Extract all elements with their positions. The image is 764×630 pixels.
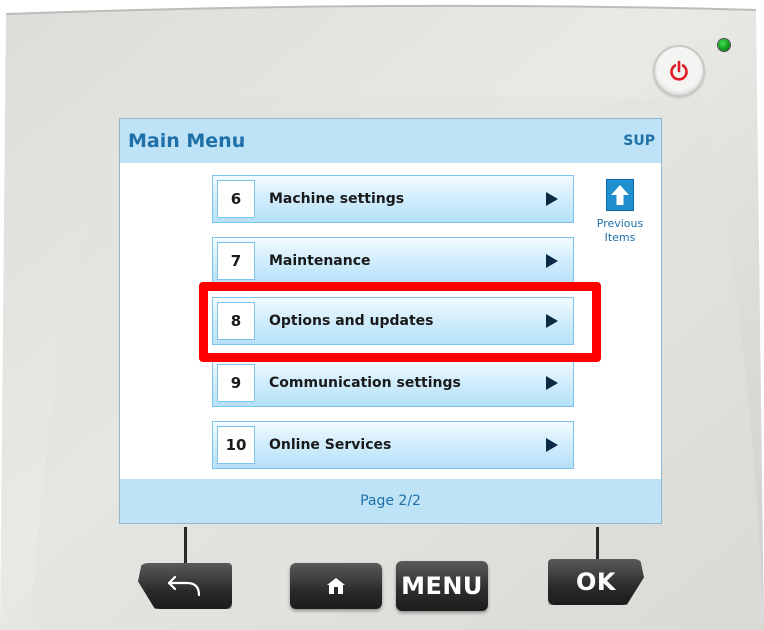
- menu-item-number: 7: [217, 242, 255, 280]
- arrow-up-glyph: [611, 185, 629, 205]
- ok-button-connector: [596, 527, 599, 561]
- back-arrow-icon: [167, 575, 201, 597]
- power-button[interactable]: [653, 45, 705, 97]
- ok-button-label: OK: [576, 568, 616, 596]
- menu-item-label: Options and updates: [269, 313, 434, 329]
- menu-item-label: Maintenance: [269, 253, 371, 269]
- menu-item-online-services[interactable]: 10 Online Services: [212, 421, 574, 469]
- screen-footer: Page 2/2: [120, 479, 661, 523]
- back-button[interactable]: [138, 563, 232, 609]
- menu-button-label: MENU: [401, 572, 483, 600]
- menu-item-machine-settings[interactable]: 6 Machine settings: [212, 175, 574, 223]
- status-led: [718, 39, 730, 51]
- home-button[interactable]: [290, 563, 382, 609]
- menu-item-number: 8: [217, 302, 255, 340]
- printer-panel: Main Menu SUP 6 Machine settings 7 Maint…: [0, 0, 764, 630]
- menu-item-number: 9: [217, 364, 255, 402]
- menu-item-communication-settings[interactable]: 9 Communication settings: [212, 359, 574, 407]
- previous-items-label-line2: Items: [604, 231, 636, 244]
- power-icon: [670, 60, 688, 81]
- menu-item-maintenance[interactable]: 7 Maintenance: [212, 237, 574, 285]
- ok-button[interactable]: OK: [548, 559, 644, 605]
- back-button-connector: [184, 527, 187, 565]
- menu-item-label: Machine settings: [269, 191, 405, 207]
- user-badge: SUP: [623, 133, 655, 149]
- page-title: Main Menu: [128, 130, 246, 152]
- arrow-right-icon: [546, 254, 558, 268]
- arrow-right-icon: [546, 438, 558, 452]
- arrow-right-icon: [546, 192, 558, 206]
- previous-items-label: Previous Items: [588, 217, 652, 245]
- previous-items-label-line1: Previous: [596, 217, 644, 230]
- page-indicator: Page 2/2: [360, 493, 421, 509]
- arrow-up-icon: [606, 179, 634, 211]
- arrow-right-icon: [546, 314, 558, 328]
- menu-button[interactable]: MENU: [396, 561, 488, 611]
- arrow-right-icon: [546, 376, 558, 390]
- menu-item-label: Online Services: [269, 437, 392, 453]
- menu-item-number: 10: [217, 426, 255, 464]
- menu-item-number: 6: [217, 180, 255, 218]
- previous-items-button[interactable]: Previous Items: [588, 179, 652, 245]
- lcd-screen: Main Menu SUP 6 Machine settings 7 Maint…: [119, 118, 662, 524]
- menu-item-label: Communication settings: [269, 375, 461, 391]
- home-icon: [327, 578, 345, 594]
- screen-header: Main Menu SUP: [120, 119, 661, 163]
- menu-item-options-and-updates[interactable]: 8 Options and updates: [212, 297, 574, 345]
